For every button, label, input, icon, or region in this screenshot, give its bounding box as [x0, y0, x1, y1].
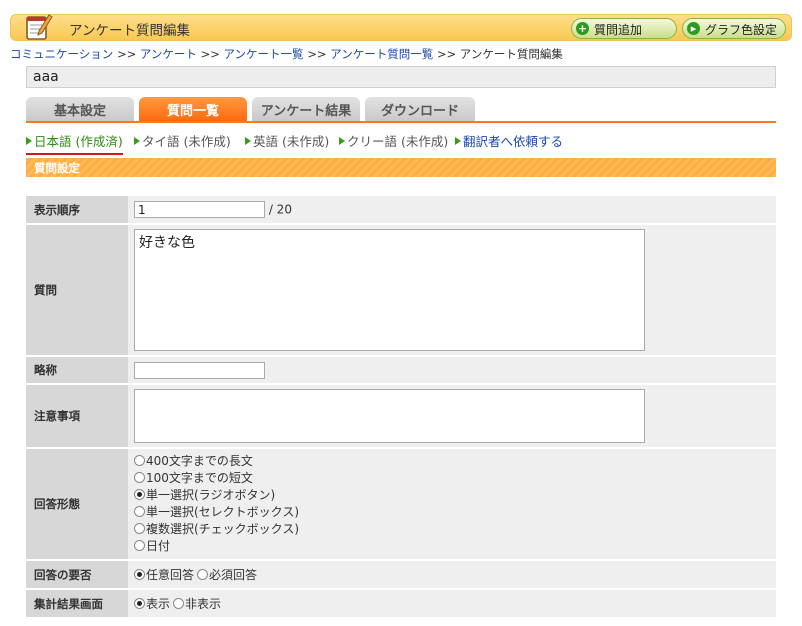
- form-row-order: 表示順序 / 20: [26, 196, 776, 223]
- plus-circle-icon: +: [576, 22, 589, 35]
- required-options: 任意回答 必須回答: [128, 561, 776, 588]
- radio-unchecked-icon[interactable]: [134, 540, 145, 551]
- lang-thai[interactable]: タイ語 (未作成): [134, 131, 231, 150]
- translator-request-link[interactable]: 翻訳者へ依頼する: [455, 131, 563, 150]
- radio-unchecked-icon[interactable]: [134, 506, 145, 517]
- lang-label: クリー語 (未作成): [347, 134, 449, 149]
- notepad-pencil-icon: [26, 14, 53, 40]
- form-row-question: 質問 好きな色: [26, 225, 776, 355]
- radio-option[interactable]: 複数選択(チェックボックス): [134, 521, 772, 538]
- breadcrumb-survey[interactable]: アンケート: [140, 47, 197, 61]
- breadcrumb-separator: >>: [307, 47, 327, 61]
- radio-option[interactable]: 単一選択(セレクトボックス): [134, 504, 772, 521]
- radio-unchecked-icon[interactable]: [173, 598, 185, 609]
- radio-label: 表示: [146, 597, 171, 611]
- breadcrumb-question-list[interactable]: アンケート質問一覧: [330, 47, 433, 61]
- radio-unchecked-icon[interactable]: [134, 472, 145, 483]
- section-title: 質問設定: [26, 158, 776, 177]
- tab-bar: 基本設定 質問一覧 アンケート結果 ダウンロード: [26, 97, 776, 123]
- header-bar: アンケート質問編集 + 質問追加 ▸ グラフ色設定: [10, 14, 792, 41]
- arrow-right-icon: [455, 137, 461, 145]
- result-options: 表示 非表示: [128, 590, 776, 617]
- lang-english[interactable]: 英語 (未作成): [245, 131, 329, 150]
- graph-color-button[interactable]: ▸ グラフ色設定: [682, 18, 786, 39]
- tab-basic-settings[interactable]: 基本設定: [26, 97, 134, 121]
- tab-survey-results[interactable]: アンケート結果: [252, 97, 360, 121]
- notes-textarea[interactable]: [134, 389, 645, 443]
- arrow-right-icon: [26, 137, 32, 145]
- arrow-right-icon: [134, 137, 140, 145]
- breadcrumb-separator: >>: [200, 47, 220, 61]
- radio-label: 任意回答: [146, 568, 195, 582]
- radio-label: 100文字までの短文: [146, 471, 253, 485]
- survey-name: aaa: [26, 66, 776, 88]
- order-label: 表示順序: [26, 196, 128, 223]
- lang-japanese[interactable]: 日本語 (作成済): [26, 131, 123, 155]
- radio-option[interactable]: 非表示: [173, 597, 221, 611]
- radio-label: 単一選択(セレクトボックス): [146, 505, 300, 519]
- radio-unchecked-icon[interactable]: [134, 523, 145, 534]
- radio-label: 400文字までの長文: [146, 454, 253, 468]
- tab-question-list[interactable]: 質問一覧: [139, 97, 247, 121]
- radio-checked-icon[interactable]: [134, 598, 145, 609]
- form-row-notes: 注意事項: [26, 385, 776, 447]
- radio-unchecked-icon[interactable]: [134, 455, 145, 466]
- answer-type-label: 回答形態: [26, 449, 128, 559]
- form-row-required: 回答の要否 任意回答 必須回答: [26, 561, 776, 588]
- question-textarea[interactable]: 好きな色: [134, 229, 645, 351]
- play-circle-icon: ▸: [687, 22, 700, 35]
- radio-label: 複数選択(チェックボックス): [146, 522, 300, 536]
- question-form: 表示順序 / 20 質問 好きな色 略称 注意事項 回答形態 400文字までの長…: [26, 194, 776, 619]
- answer-type-options: 400文字までの長文 100文字までの短文単一選択(ラジオボタン) 単一選択(セレク…: [128, 449, 776, 559]
- radio-label: 単一選択(ラジオボタン): [146, 488, 276, 502]
- lang-label: 日本語 (作成済): [34, 134, 123, 149]
- breadcrumb-communication[interactable]: コミュニケーション: [10, 47, 113, 61]
- breadcrumb-separator: >>: [116, 47, 137, 61]
- radio-label: 必須回答: [209, 568, 258, 582]
- breadcrumb-survey-list[interactable]: アンケート一覧: [224, 47, 304, 61]
- page-title: アンケート質問編集: [69, 23, 190, 39]
- radio-option[interactable]: 単一選択(ラジオボタン): [134, 487, 772, 504]
- breadcrumb-current: アンケート質問編集: [459, 47, 563, 61]
- lang-label: タイ語 (未作成): [142, 134, 231, 149]
- radio-option[interactable]: 表示: [134, 597, 170, 611]
- breadcrumb-separator: >>: [436, 47, 457, 61]
- arrow-right-icon: [339, 137, 345, 145]
- form-row-answer-type: 回答形態 400文字までの長文 100文字までの短文単一選択(ラジオボタン) 単一選…: [26, 449, 776, 559]
- radio-unchecked-icon[interactable]: [197, 569, 209, 580]
- radio-option[interactable]: 400文字までの長文: [134, 453, 772, 470]
- form-row-abbrev: 略称: [26, 357, 776, 383]
- order-total: / 20: [268, 202, 292, 217]
- radio-option[interactable]: 任意回答: [134, 568, 194, 582]
- lang-cree[interactable]: クリー語 (未作成): [339, 131, 448, 150]
- abbrev-input[interactable]: [134, 361, 265, 379]
- required-label: 回答の要否: [26, 561, 128, 588]
- breadcrumb: コミュニケーション >> アンケート >> アンケート一覧 >> アンケート質問…: [10, 46, 563, 62]
- notes-label: 注意事項: [26, 385, 128, 447]
- radio-option[interactable]: 必須回答: [197, 568, 257, 582]
- radio-checked-icon[interactable]: [134, 489, 145, 500]
- arrow-right-icon: [245, 137, 251, 145]
- translator-request-label: 翻訳者へ依頼する: [463, 134, 564, 149]
- form-row-result: 集計結果画面 表示 非表示: [26, 590, 776, 617]
- radio-option[interactable]: 100文字までの短文: [134, 470, 772, 487]
- radio-checked-icon[interactable]: [134, 569, 145, 580]
- radio-label: 非表示: [185, 597, 222, 611]
- lang-label: 英語 (未作成): [253, 134, 330, 149]
- radio-label: 日付: [146, 539, 171, 553]
- order-input[interactable]: [134, 201, 265, 218]
- question-label: 質問: [26, 225, 128, 355]
- add-question-button[interactable]: + 質問追加: [571, 18, 677, 39]
- radio-option[interactable]: 日付: [134, 538, 772, 555]
- tab-download[interactable]: ダウンロード: [365, 97, 475, 121]
- add-question-label: 質問追加: [594, 23, 643, 37]
- abbrev-label: 略称: [26, 357, 128, 383]
- graph-color-label: グラフ色設定: [705, 23, 778, 37]
- result-label: 集計結果画面: [26, 590, 128, 617]
